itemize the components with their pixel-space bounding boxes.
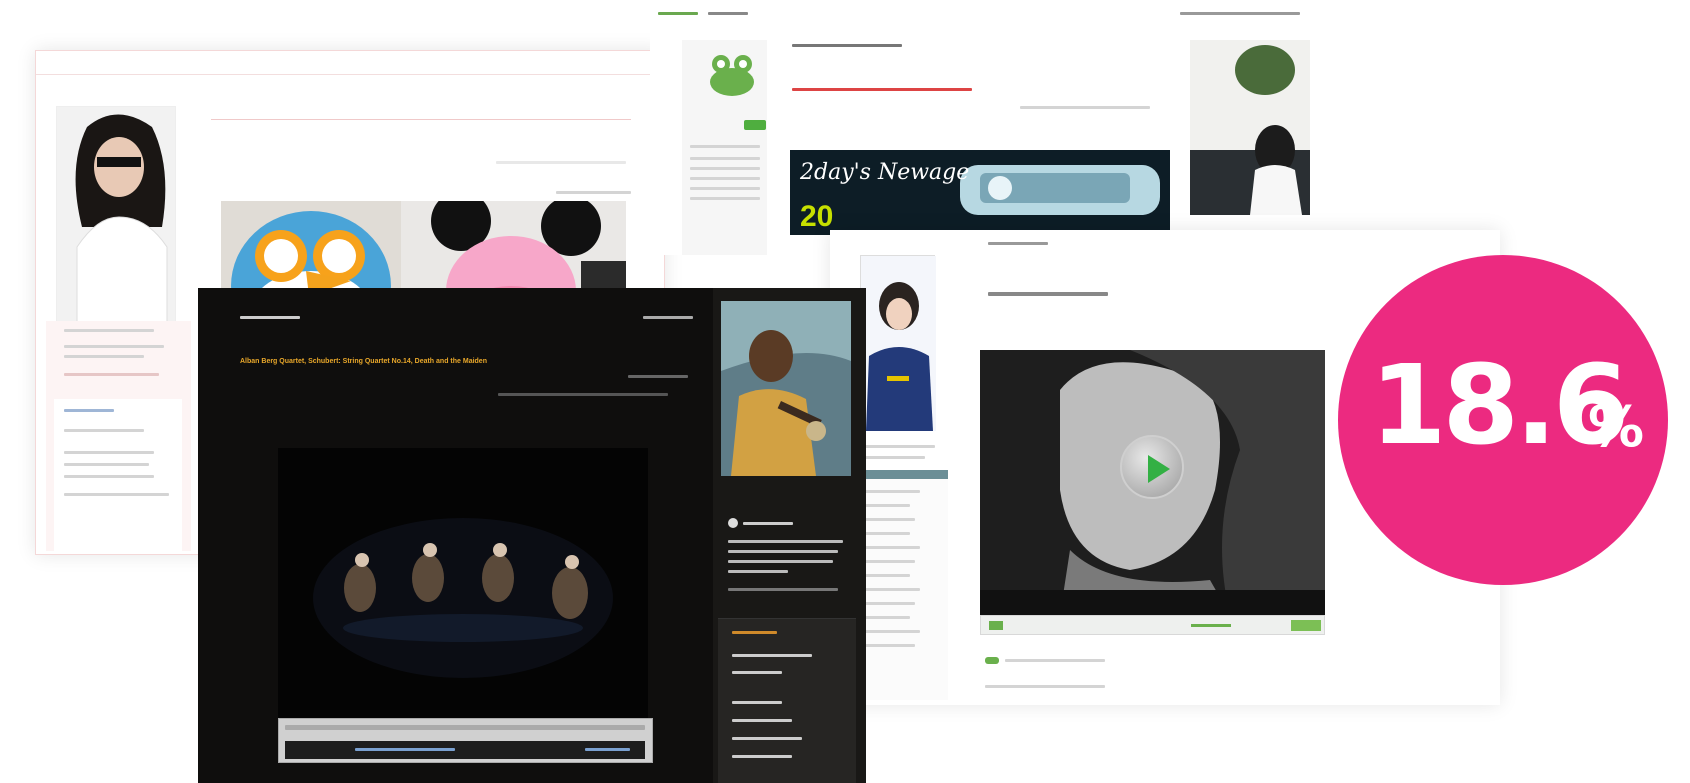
middle-blog-card: 2day's Newage 20: [650, 0, 1330, 255]
text-placeholder: [64, 451, 154, 454]
text-placeholder: [988, 292, 1108, 296]
text-placeholder: [1020, 106, 1150, 109]
text-placeholder: [556, 191, 631, 194]
text-placeholder: [860, 616, 910, 619]
dark-blog-player-controls[interactable]: [278, 718, 653, 763]
text-placeholder: [64, 355, 144, 358]
text-placeholder: [860, 546, 920, 549]
quartet-frame: [278, 448, 648, 733]
text-placeholder: [643, 316, 693, 319]
banner-number: 20: [800, 200, 834, 233]
right-card-thumbnail: [860, 255, 936, 431]
text-placeholder: [496, 161, 626, 164]
text-placeholder: [860, 588, 920, 591]
middle-blog-profile-photo: [1190, 40, 1310, 215]
right-card-video-controls[interactable]: [980, 615, 1325, 635]
volume-slider[interactable]: [1191, 624, 1231, 627]
text-placeholder: [855, 445, 935, 448]
text-placeholder: [860, 490, 920, 493]
text-placeholder: [743, 522, 793, 525]
right-card-video-player[interactable]: [980, 350, 1325, 615]
text-placeholder: [628, 375, 688, 378]
text-placeholder: [690, 157, 760, 160]
text-placeholder: [658, 12, 698, 15]
text-placeholder: [860, 532, 910, 535]
text-placeholder: [498, 393, 668, 396]
dark-blog-category-box: [718, 618, 856, 783]
text-placeholder: [64, 409, 114, 412]
text-placeholder: [690, 197, 760, 200]
progress-track[interactable]: [355, 748, 455, 751]
category-item[interactable]: [732, 755, 792, 758]
text-placeholder: [690, 177, 760, 180]
percentage-unit: %: [1588, 395, 1645, 460]
text-placeholder: [240, 316, 300, 319]
text-placeholder: [64, 429, 144, 432]
text-placeholder: [860, 630, 920, 633]
playback-bar[interactable]: [285, 741, 645, 759]
text-placeholder: [728, 540, 843, 543]
text-placeholder: [690, 145, 760, 148]
play-icon[interactable]: [1120, 435, 1184, 499]
frog-avatar-icon: [710, 55, 754, 96]
text-placeholder: [708, 12, 748, 15]
dark-blog-video[interactable]: [278, 448, 648, 733]
text-placeholder: [64, 493, 169, 496]
play-triangle: [1148, 455, 1170, 483]
text-placeholder: [985, 685, 1105, 688]
text-placeholder: [64, 475, 154, 478]
text-placeholder: [728, 570, 788, 573]
text-placeholder: [728, 550, 838, 553]
text-placeholder: [860, 644, 915, 647]
banner-radio-graphic: [960, 165, 1160, 215]
text-placeholder: [860, 518, 915, 521]
controls-toolbar: [285, 725, 645, 730]
dark-blog-profile-photo: [721, 301, 851, 476]
text-placeholder: [860, 560, 915, 563]
banner-title: 2day's Newage: [800, 160, 970, 185]
dark-blog-post-title[interactable]: Alban Berg Quartet, Schubert: String Qua…: [240, 358, 487, 365]
left-blog-category-box: [54, 399, 182, 551]
text-placeholder: [860, 602, 915, 605]
category-header: [732, 631, 777, 634]
text-placeholder: [988, 242, 1048, 245]
category-item[interactable]: [732, 701, 782, 704]
dark-blog-card: Alban Berg Quartet, Schubert: String Qua…: [198, 288, 866, 783]
text-placeholder: [860, 504, 910, 507]
text-placeholder: [728, 588, 838, 591]
fullscreen-button[interactable]: [1291, 620, 1321, 631]
text-placeholder: [1005, 659, 1105, 662]
text-placeholder: [64, 329, 154, 332]
comment-badge: [985, 657, 999, 664]
text-placeholder: [1180, 12, 1300, 15]
text-placeholder: [728, 560, 833, 563]
category-item[interactable]: [732, 654, 812, 657]
middle-blog-banner: 2day's Newage 20: [790, 150, 1170, 235]
volume-track[interactable]: [585, 748, 630, 751]
avatar-icon: [728, 518, 738, 528]
text-placeholder: [64, 373, 159, 376]
text-placeholder: [792, 88, 972, 91]
percentage-badge: 18.6 %: [1338, 255, 1668, 585]
left-blog-title-rule: [211, 119, 631, 120]
category-item[interactable]: [732, 719, 792, 722]
text-placeholder: [690, 187, 760, 190]
control-button[interactable]: [989, 621, 1003, 630]
text-placeholder: [860, 574, 910, 577]
left-blog-topbar: [36, 51, 664, 75]
text-placeholder: [792, 44, 902, 47]
text-placeholder: [64, 463, 149, 466]
left-blog-profile-photo: [56, 106, 176, 326]
left-blog-side-panel: [46, 321, 191, 551]
category-item[interactable]: [732, 671, 782, 674]
text-placeholder: [64, 345, 164, 348]
middle-blog-left-column: [682, 40, 767, 255]
category-item[interactable]: [732, 737, 802, 740]
text-placeholder: [690, 167, 760, 170]
green-button[interactable]: [744, 120, 766, 130]
